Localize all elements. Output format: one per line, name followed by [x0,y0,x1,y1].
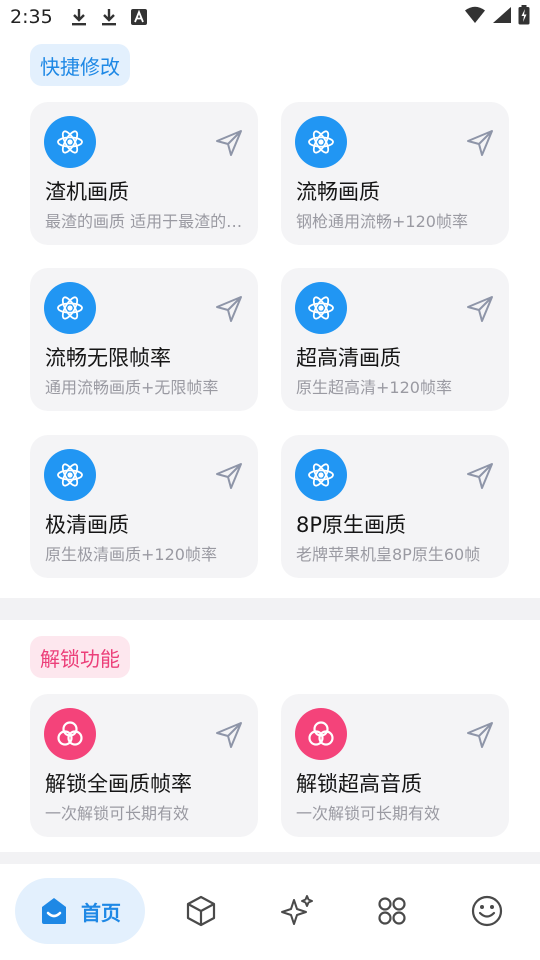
card-subtitle: 原生超高清+120帧率 [296,378,452,397]
send-icon [216,130,242,156]
status-time: 2:35 [10,6,53,28]
nav-cube[interactable] [181,891,221,931]
apps-grid-icon [378,897,406,925]
atom-icon [295,449,347,501]
atom-icon [44,449,96,501]
card-title: 流畅无限帧率 [45,346,171,370]
send-icon [467,463,493,489]
send-icon [216,722,242,748]
nav-sparkle[interactable] [277,891,317,931]
unlock-card-frame-rate[interactable]: 解锁全画质帧率 一次解锁可长期有效 [30,694,258,837]
card-title: 解锁超高音质 [296,772,422,796]
section-divider [0,852,540,864]
rings-icon [295,708,347,760]
card-title: 流畅画质 [296,180,380,204]
card-subtitle: 老牌苹果机皇8P原生60帧 [296,545,481,564]
card-title: 极清画质 [45,513,129,537]
quick-modify-label: 快捷修改 [30,44,130,86]
signal-icon [492,6,512,28]
atom-icon [295,116,347,168]
card-subtitle: 一次解锁可长期有效 [45,804,190,823]
card-title: 解锁全画质帧率 [45,772,192,796]
quick-modify-section: 快捷修改 渣机画质 最渣的画质 适用于最渣的手机 流畅画质 钢枪通用流畅+120… [0,28,540,598]
quality-card-low[interactable]: 渣机画质 最渣的画质 适用于最渣的手机 [30,102,258,245]
send-icon [216,463,242,489]
quality-card-ultra-hd[interactable]: 超高清画质 原生超高清+120帧率 [281,268,509,411]
send-icon [467,130,493,156]
nav-home-label: 首页 [81,900,121,925]
unlock-section: 解锁功能 解锁全画质帧率 一次解锁可长期有效 解锁超高音质 一次解锁可长期有效 [0,620,540,852]
nav-apps[interactable] [372,891,412,931]
quality-card-8p-native[interactable]: 8P原生画质 老牌苹果机皇8P原生60帧 [281,435,509,578]
atom-icon [44,282,96,334]
card-subtitle: 原生极清画质+120帧率 [45,545,217,564]
nav-home[interactable]: 首页 [15,878,145,944]
bottom-nav: 首页 [0,864,540,960]
send-icon [467,722,493,748]
app-notification-icon [130,9,147,25]
card-title: 渣机画质 [45,180,129,204]
unlock-card-audio[interactable]: 解锁超高音质 一次解锁可长期有效 [281,694,509,837]
smiley-icon [471,895,503,927]
atom-icon [44,116,96,168]
cube-icon [186,895,216,927]
battery-charging-icon [518,5,530,29]
card-title: 8P原生画质 [296,513,407,537]
send-icon [467,296,493,322]
card-subtitle: 通用流畅画质+无限帧率 [45,378,219,397]
wifi-icon [464,6,486,28]
card-title: 超高清画质 [296,346,401,370]
section-divider [0,598,540,620]
sparkle-icon [281,895,313,925]
card-subtitle: 最渣的画质 适用于最渣的手机 [45,212,245,231]
download-icon [101,8,117,26]
card-subtitle: 钢枪通用流畅+120帧率 [296,212,468,231]
nav-profile[interactable] [467,891,507,931]
unlock-label: 解锁功能 [30,636,130,678]
card-subtitle: 一次解锁可长期有效 [296,804,441,823]
atom-icon [295,282,347,334]
quality-card-extreme[interactable]: 极清画质 原生极清画质+120帧率 [30,435,258,578]
rings-icon [44,708,96,760]
send-icon [216,296,242,322]
quality-card-smooth[interactable]: 流畅画质 钢枪通用流畅+120帧率 [281,102,509,245]
home-icon [42,898,66,924]
quality-card-smooth-unlimited[interactable]: 流畅无限帧率 通用流畅画质+无限帧率 [30,268,258,411]
download-icon [71,8,87,26]
